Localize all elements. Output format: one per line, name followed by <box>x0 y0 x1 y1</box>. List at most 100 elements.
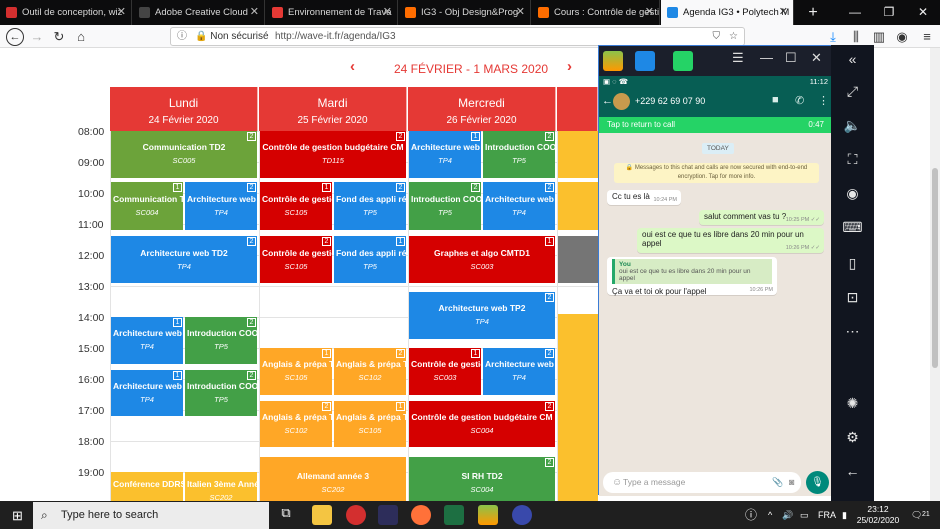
download-icon[interactable]: ⤓ <box>824 28 842 46</box>
message-input[interactable]: ☺ Type a message 📎 ◙ <box>603 472 801 493</box>
phone-rotate-icon[interactable]: ▯ <box>831 255 874 272</box>
calendar-event[interactable]: Architecture web TD2 TP4 2 <box>483 182 555 231</box>
calendar-event[interactable]: Italien 3ème Année SC202 <box>185 472 257 501</box>
opera-icon[interactable] <box>346 505 366 525</box>
calendar-event[interactable]: Introduction COO TD2 TP5 2 <box>185 317 257 364</box>
video-call-icon[interactable]: ■ <box>772 94 779 106</box>
sidebar-icon[interactable]: ▥ <box>870 28 888 46</box>
page-scrollbar[interactable] <box>930 48 940 501</box>
calendar-event[interactable]: M <box>558 236 598 283</box>
chat-messages[interactable]: TODAY 🔒 Messages to this chat and calls … <box>599 133 832 469</box>
prev-week-button[interactable]: ‹ <box>350 58 355 75</box>
emoji-icon[interactable]: ☺ <box>612 472 622 493</box>
calendar-event[interactable]: Architecture web TD2 TP4 2 <box>111 236 257 283</box>
volume-icon[interactable]: 🔈 <box>831 117 874 134</box>
more-options-icon[interactable]: ⋮ <box>818 94 829 107</box>
calendar-event[interactable]: Architecture web TD2 TP4 2 <box>483 348 555 395</box>
library-icon[interactable]: ⫼ <box>847 28 865 46</box>
calendar-event[interactable]: Espagnol SC2 <box>558 182 598 231</box>
bluestacks-icon[interactable] <box>603 51 623 71</box>
emulator-minimize-icon[interactable]: — <box>760 50 773 65</box>
brightness-icon[interactable]: ✺ <box>831 395 874 412</box>
message-bubble-outgoing[interactable]: oui est ce que tu es libre dans 20 min p… <box>637 228 824 253</box>
back-arrow-icon[interactable]: ← <box>602 95 613 107</box>
camera-icon[interactable]: ◙ <box>789 472 794 493</box>
calendar-event[interactable]: Architecture web TD2 TP4 2 <box>185 182 257 231</box>
quoted-message[interactable]: You oui est ce que tu es libre dans 20 m… <box>612 259 772 284</box>
android-back-icon[interactable]: ← <box>831 463 874 479</box>
calendar-event[interactable]: Communication TD2 SC005 2 <box>111 131 257 178</box>
eye-icon[interactable]: ◉ <box>831 185 874 202</box>
calendar-event[interactable]: Conférence DDRS <box>111 472 183 501</box>
new-tab-button[interactable]: + <box>796 0 830 25</box>
calendar-event[interactable]: Contrôle de gestion budgétaire CM TD115 2 <box>260 131 406 178</box>
calendar-event[interactable]: Communication TD1 SC004 1 <box>111 182 183 231</box>
calendar-event[interactable]: Contrôle de gestion TD2 SC105 2 <box>260 236 332 283</box>
tray-chevron-icon[interactable]: ^ <box>768 501 772 529</box>
help-icon[interactable]: ⓘ <box>745 501 757 529</box>
next-week-button[interactable]: › <box>567 58 572 75</box>
forward-icon[interactable]: → <box>28 28 46 46</box>
reload-icon[interactable]: ↻ <box>50 28 68 46</box>
task-view-icon[interactable]: ⧉ <box>276 505 296 525</box>
reader-icon[interactable]: ⛉ <box>713 28 721 45</box>
calendar-event[interactable]: Architecture web TP2 TP4 2 <box>409 292 555 339</box>
browser-tab[interactable]: IG3 - Obj Design&Prog ✕ <box>399 0 531 25</box>
calendar-event[interactable]: Anglais & prépa TOEIC SC105 1 <box>334 400 406 448</box>
calendar-event[interactable]: Espagnol SC2 <box>558 131 598 178</box>
windows-start-icon[interactable]: ⊞ <box>12 508 23 524</box>
microphone-icon[interactable]: 🎙 <box>806 471 829 494</box>
menu-icon[interactable]: ≡ <box>918 28 936 46</box>
volume-tray-icon[interactable]: 🔊 <box>782 501 793 529</box>
notification-center-icon[interactable]: 🗨 <box>911 501 922 529</box>
screenshot-icon[interactable]: ⛶ <box>831 151 874 168</box>
whatsapp-app-icon[interactable] <box>673 51 693 71</box>
message-bubble-outgoing[interactable]: salut comment vas tu ? 10:25 PM ✓✓ <box>699 210 824 225</box>
calendar-event[interactable]: Architecture web TD1 TP4 1 <box>409 131 481 178</box>
media-icon[interactable]: ⊡ <box>831 289 874 306</box>
calendar-event[interactable] <box>558 313 598 501</box>
avatar[interactable] <box>613 93 630 110</box>
contact-number[interactable]: +229 62 69 07 90 <box>635 96 705 106</box>
excel-icon[interactable] <box>444 505 464 525</box>
network-icon[interactable]: ▭ <box>800 501 809 529</box>
minimize-window-icon[interactable]: — <box>838 0 872 25</box>
calendar-event[interactable]: Introduction COO TD2 TP5 2 <box>483 131 555 178</box>
calendar-event[interactable]: Introduction COO TD2 TP5 2 <box>185 369 257 417</box>
firefox-icon[interactable] <box>411 505 431 525</box>
taskbar-search[interactable]: ⌕ Type here to search <box>33 502 269 529</box>
calendar-event[interactable]: Fond des appli réparties TP5 1 <box>334 236 406 283</box>
calendar-event[interactable]: Anglais & prépa TOEIC SC105 1 <box>260 348 332 395</box>
voice-call-icon[interactable]: ✆ <box>795 94 804 107</box>
home-app-icon[interactable] <box>635 51 655 71</box>
browser-tab[interactable]: Adobe Creative Cloud ✕ <box>133 0 265 25</box>
terminal-icon[interactable] <box>378 505 398 525</box>
browser-tab-active[interactable]: Agenda IG3 • Polytech M ✕ <box>661 0 794 25</box>
scrollbar-thumb[interactable] <box>932 168 938 368</box>
calendar-event[interactable]: Anglais & prépa TOEIC SC102 2 <box>334 348 406 395</box>
calendar-event[interactable]: Anglais & prépa TOEIC SC102 2 <box>260 400 332 448</box>
fullscreen-icon[interactable]: ⤢ <box>831 83 874 100</box>
calendar-event[interactable]: Architecture web TD1 TP4 1 <box>111 369 183 417</box>
calendar-event[interactable]: Contrôle de gestion TD1 SC003 1 <box>409 348 481 395</box>
calendar-event[interactable]: Contrôle de gestion budgétaire CM SC004 2 <box>409 400 555 448</box>
emulator-close-icon[interactable]: ✕ <box>811 50 822 66</box>
file-explorer-icon[interactable] <box>312 505 332 525</box>
bluestacks-taskbar-icon[interactable] <box>478 505 498 525</box>
home-icon[interactable]: ⌂ <box>72 28 90 46</box>
address-bar[interactable]: ⓘ 🔒 Non sécurisé http://wave-it.fr/agend… <box>170 27 745 46</box>
calendar-event[interactable]: Contrôle de gestion TD1 SC105 1 <box>260 182 332 231</box>
language-indicator[interactable]: FRA <box>818 501 836 529</box>
close-tab-icon[interactable]: ✕ <box>516 0 525 25</box>
taskbar-clock[interactable]: 23:12 25/02/2020 <box>855 504 901 526</box>
calendar-event[interactable]: Introduction COO TD1 TP5 2 <box>409 182 481 231</box>
close-tab-icon[interactable]: ✕ <box>779 0 788 25</box>
encryption-notice[interactable]: 🔒 Messages to this chat and calls are no… <box>614 163 819 183</box>
battery-icon[interactable]: ▮ <box>842 501 847 529</box>
calendar-event[interactable]: SI RH TD2 SC004 2 <box>409 456 555 501</box>
more-icon[interactable]: ⋯ <box>831 323 874 340</box>
calendar-event[interactable]: Graphes et algo CMTD1 SC003 1 <box>409 236 555 283</box>
browser-tab[interactable]: Outil de conception, wiz ✕ <box>0 0 132 25</box>
app-taskbar-icon[interactable] <box>512 505 532 525</box>
emulator-maximize-icon[interactable]: ☐ <box>785 50 797 66</box>
